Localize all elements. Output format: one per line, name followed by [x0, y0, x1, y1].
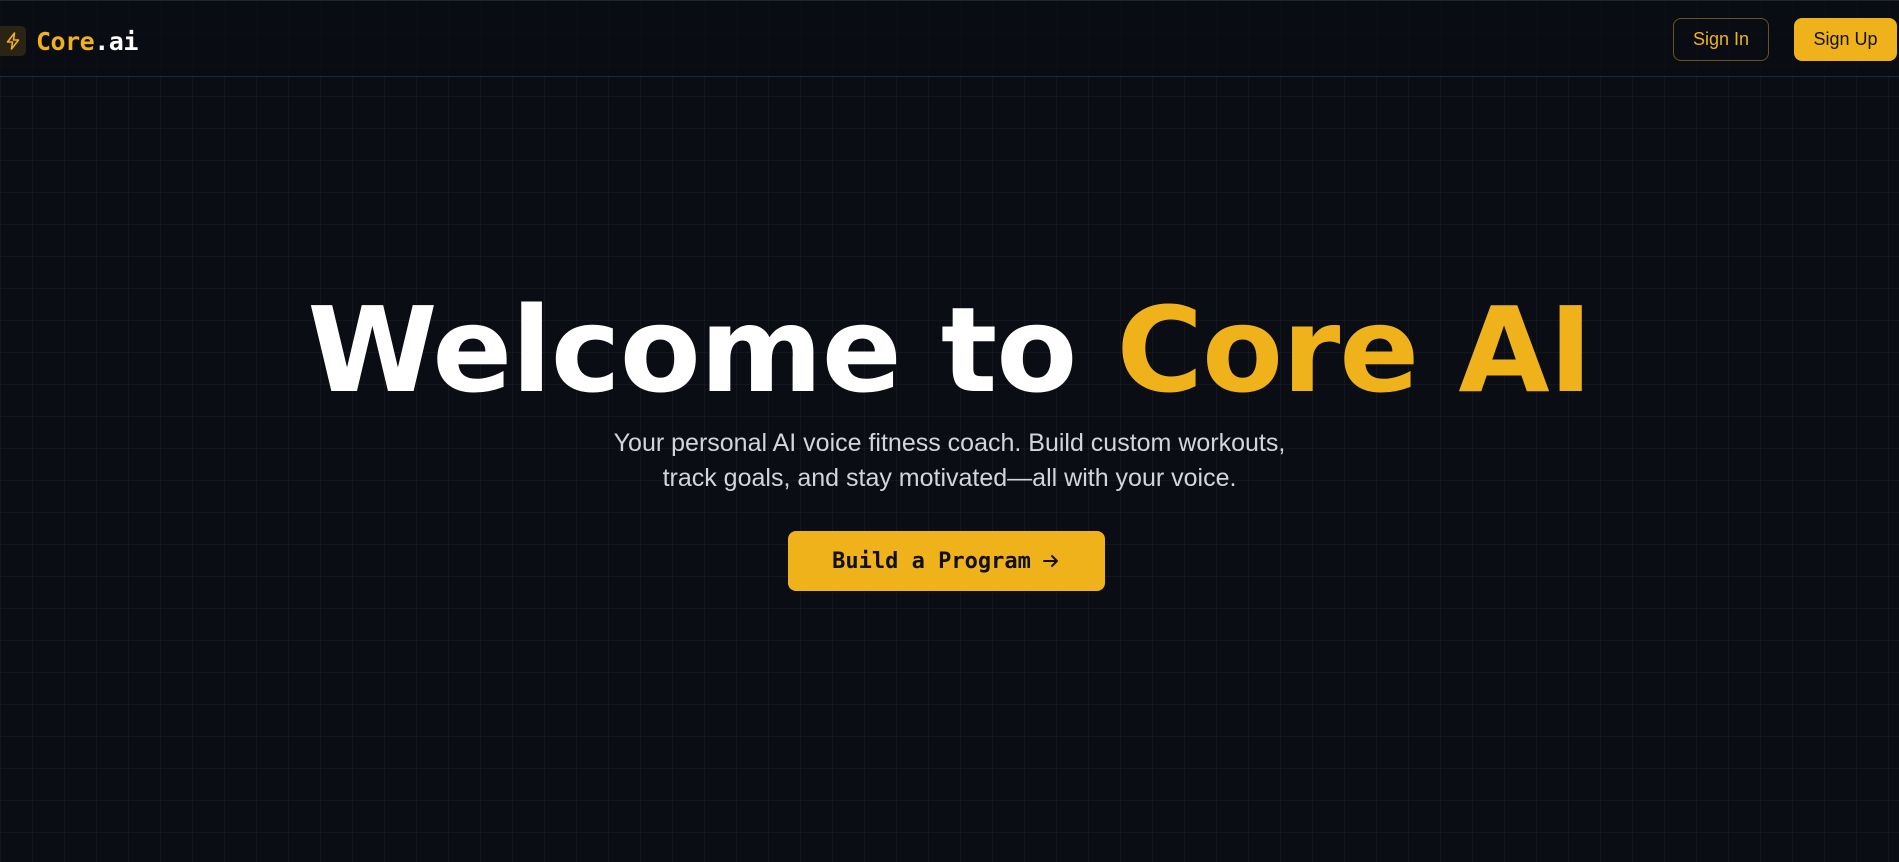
brand-name: Core.ai [36, 27, 138, 56]
build-program-label: Build a Program [832, 548, 1031, 574]
hero-section: Welcome to Core AI Your personal AI voic… [0, 280, 1899, 496]
build-program-button[interactable]: Build a Program [788, 531, 1105, 591]
sign-in-button[interactable]: Sign In [1673, 18, 1769, 61]
hero-title: Welcome to Core AI [0, 280, 1899, 420]
hero-title-prefix: Welcome to [307, 281, 1077, 419]
hero-title-highlight: Core AI [1116, 281, 1592, 419]
top-navbar: Core.ai Sign In Sign Up [0, 0, 1899, 77]
arrow-right-icon [1041, 551, 1061, 571]
sign-up-button[interactable]: Sign Up [1794, 18, 1897, 61]
brand-logo[interactable]: Core.ai [0, 25, 138, 57]
brand-name-primary: Core [36, 26, 95, 56]
brand-name-suffix: .ai [94, 26, 138, 56]
lightning-bolt-icon [0, 26, 26, 56]
hero-subtitle: Your personal AI voice fitness coach. Bu… [613, 429, 1286, 492]
